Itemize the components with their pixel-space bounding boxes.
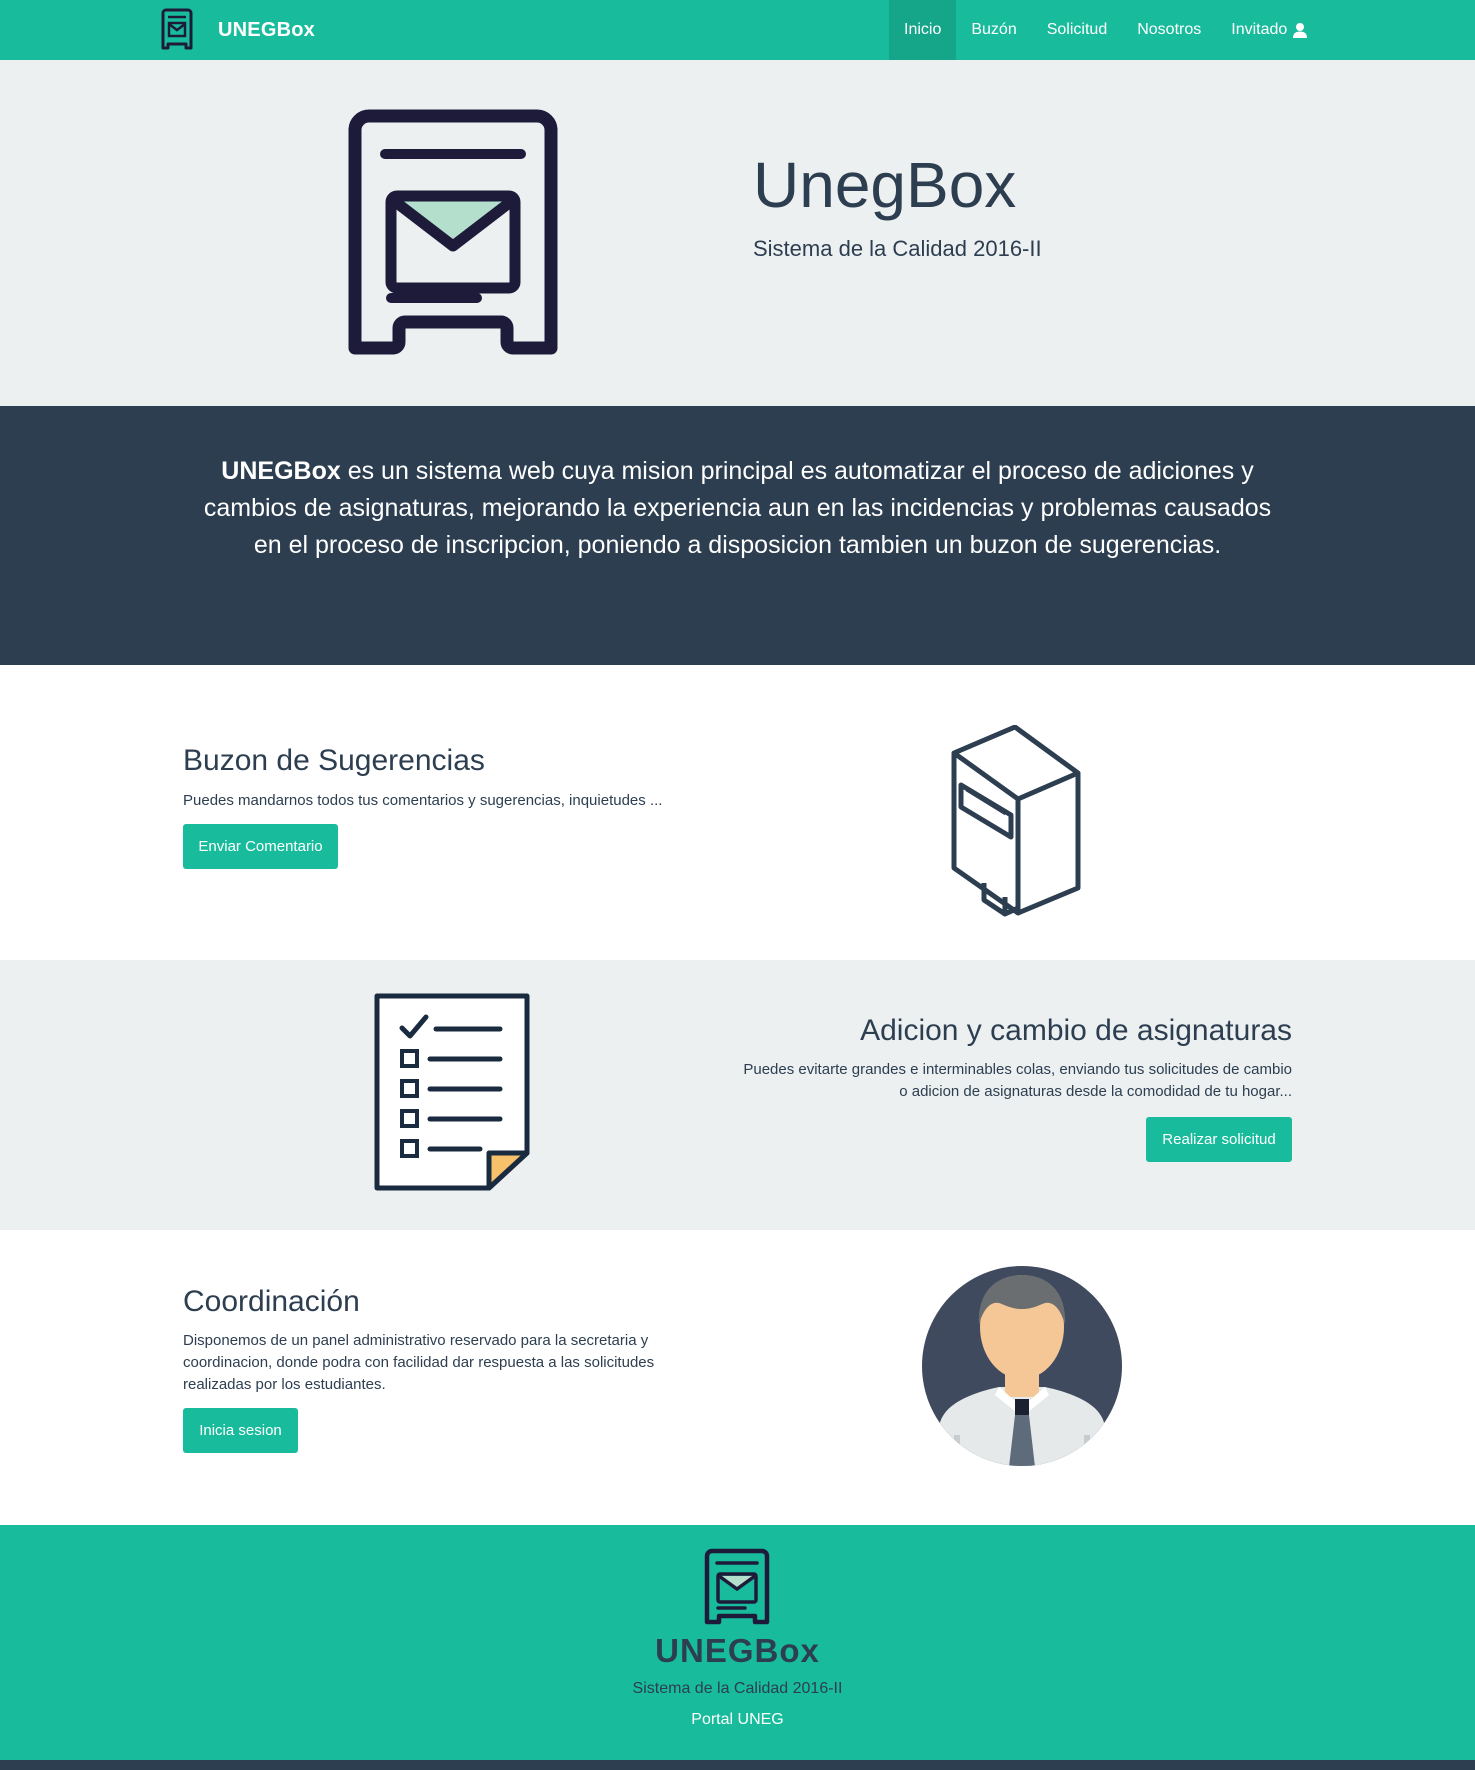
nav-buzon[interactable]: Buzón xyxy=(956,0,1031,60)
feature-title: Coordinación xyxy=(183,1285,360,1318)
feature-description: Puedes mandarnos todos tus comentarios y… xyxy=(183,792,663,809)
mission-body: es un sistema web cuya mision principal … xyxy=(203,457,1272,559)
brand-name: UNEGBox xyxy=(218,18,315,41)
navbar: UNEGBox Inicio Buzón Solicitud Nosotros … xyxy=(0,0,1475,60)
footer: UNEGBox Sistema de la Calidad 2016-II Po… xyxy=(0,1525,1475,1760)
nav-invitado-label: Invitado xyxy=(1231,21,1288,38)
nav-solicitud[interactable]: Solicitud xyxy=(1032,0,1122,60)
mailbox-logo-icon xyxy=(161,8,193,50)
mailbox-logo-icon xyxy=(704,1548,770,1625)
feature-title: Adicion y cambio de asignaturas xyxy=(860,1014,1292,1047)
feature-buzon: Buzon de Sugerencias Puedes mandarnos to… xyxy=(0,665,1475,960)
admin-avatar-icon xyxy=(922,1266,1122,1466)
feature-coordinacion: Coordinación Disponemos de un panel admi… xyxy=(0,1230,1475,1525)
hero-section: UnegBox Sistema de la Calidad 2016-II xyxy=(0,60,1475,406)
hero-title: UnegBox xyxy=(753,149,1017,221)
portal-uneg-link[interactable]: Portal UNEG xyxy=(0,1711,1475,1729)
feature-asignaturas: Adicion y cambio de asignaturas Puedes e… xyxy=(0,960,1475,1230)
user-icon xyxy=(1293,23,1308,38)
realizar-solicitud-button[interactable]: Realizar solicitud xyxy=(1146,1117,1292,1162)
checklist-icon xyxy=(374,993,530,1191)
inicia-sesion-button[interactable]: Inicia sesion xyxy=(183,1408,298,1453)
feature-title: Buzon de Sugerencias xyxy=(183,744,485,777)
footer-brand: UNEGBox xyxy=(655,1632,820,1669)
nav-inicio[interactable]: Inicio xyxy=(889,0,957,60)
navbar-brand[interactable]: UNEGBox xyxy=(158,0,315,60)
main-nav: Inicio Buzón Solicitud Nosotros Invitado xyxy=(889,0,1323,60)
mailbox-3d-icon xyxy=(951,725,1081,917)
mission-brand: UNEGBox xyxy=(221,457,341,485)
nav-nosotros[interactable]: Nosotros xyxy=(1122,0,1216,60)
mailbox-logo-icon xyxy=(348,109,558,355)
nav-invitado[interactable]: Invitado xyxy=(1216,0,1323,60)
feature-description: Puedes evitarte grandes e interminables … xyxy=(743,1061,1292,1100)
enviar-comentario-button[interactable]: Enviar Comentario xyxy=(183,824,338,869)
bottom-bar xyxy=(0,1760,1475,1770)
feature-description: Disponemos de un panel administrativo re… xyxy=(183,1332,655,1393)
mission-text: UNEGBox es un sistema web cuya mision pr… xyxy=(200,453,1275,564)
hero-subtitle: Sistema de la Calidad 2016-II xyxy=(753,236,1042,261)
mission-section: UNEGBox es un sistema web cuya mision pr… xyxy=(0,406,1475,665)
footer-subtitle: Sistema de la Calidad 2016-II xyxy=(632,1680,843,1697)
